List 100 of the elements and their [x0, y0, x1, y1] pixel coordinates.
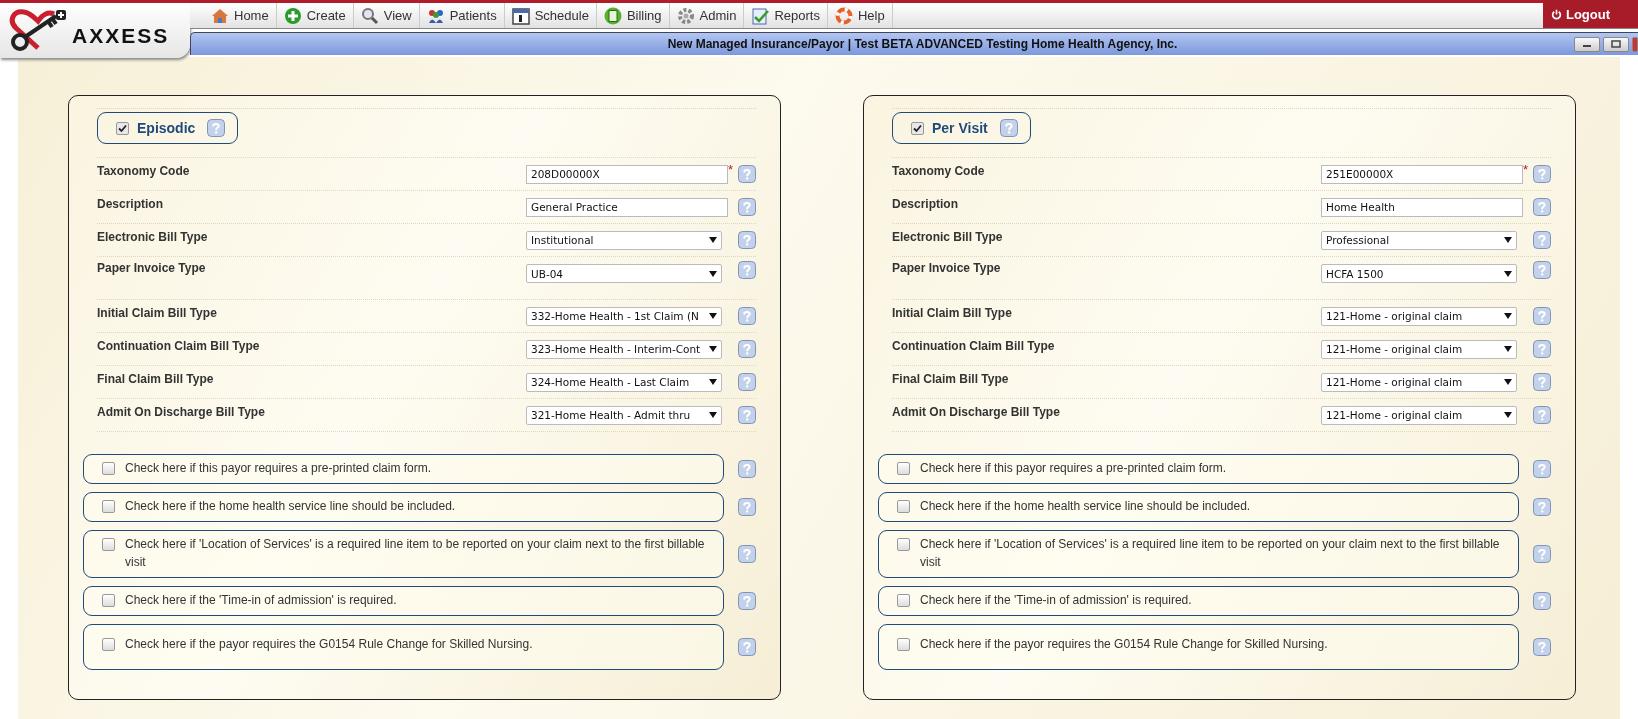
help-icon[interactable]	[738, 638, 756, 656]
caret-icon	[1504, 313, 1512, 319]
dropdown[interactable]: HCFA 1500	[1321, 264, 1517, 283]
dropdown[interactable]: 121-Home - original claim	[1321, 372, 1517, 392]
help-icon[interactable]	[1533, 307, 1551, 325]
field-label: Electronic Bill Type	[892, 230, 1004, 244]
help-icon[interactable]	[738, 545, 756, 563]
option-label: Check here if 'Location of Services' is a required line item to be reported on your claim next to the first billable visit	[920, 536, 1501, 571]
minimize-button[interactable]	[1574, 36, 1600, 52]
nav-item[interactable]: Patients	[419, 3, 505, 28]
field-label: Description	[97, 197, 164, 211]
help-icon[interactable]	[738, 340, 756, 358]
dropdown[interactable]: UB-04	[526, 264, 722, 283]
help-icon[interactable]	[1533, 498, 1551, 516]
checkbox[interactable]	[911, 121, 924, 135]
help-icon[interactable]	[738, 406, 756, 424]
help-icon[interactable]	[1533, 545, 1551, 563]
help-icon[interactable]	[999, 119, 1018, 137]
help-icon[interactable]	[1533, 165, 1551, 183]
checkbox[interactable]	[897, 594, 910, 607]
help-icon[interactable]	[738, 498, 756, 516]
help-icon[interactable]	[738, 460, 756, 478]
field-label: Final Claim Bill Type	[97, 372, 215, 386]
help-icon[interactable]	[1533, 638, 1551, 656]
nav-item[interactable]: Create	[276, 3, 354, 28]
section-title: Episodic	[137, 120, 196, 136]
checkbox[interactable]	[102, 500, 115, 513]
dropdown[interactable]: 121-Home - original claim	[1321, 306, 1517, 326]
dropdown[interactable]: 323-Home Health - Interim-Cont	[526, 339, 722, 359]
caret-icon	[709, 412, 717, 418]
help-icon[interactable]	[207, 119, 226, 137]
caret-icon	[1504, 346, 1512, 352]
help-icon[interactable]	[738, 165, 756, 183]
power-icon	[1550, 8, 1562, 20]
checkbox[interactable]	[102, 638, 115, 651]
text-field[interactable]: 251E00000X	[1321, 164, 1523, 184]
help-icon[interactable]	[1533, 592, 1551, 610]
calendar-icon	[511, 6, 530, 25]
field-label: Continuation Claim Bill Type	[97, 339, 261, 353]
help-icon[interactable]	[1533, 373, 1551, 391]
help-icon[interactable]	[738, 373, 756, 391]
magnifier-icon	[360, 6, 379, 25]
dropdown[interactable]: 121-Home - original claim	[1321, 405, 1517, 425]
help-icon[interactable]	[1533, 198, 1551, 216]
help-icon[interactable]	[738, 231, 756, 249]
help-icon[interactable]	[1533, 460, 1551, 478]
caret-icon	[709, 313, 717, 319]
close-button[interactable]	[1632, 36, 1638, 52]
help-icon[interactable]	[1533, 340, 1551, 358]
logout-button[interactable]: Logout	[1542, 0, 1638, 28]
dropdown[interactable]: 332-Home Health - 1st Claim (N	[526, 306, 722, 326]
section-toggle[interactable]: Episodic	[97, 112, 239, 144]
nav-item[interactable]: Help	[827, 3, 893, 28]
dropdown[interactable]: Professional	[1321, 230, 1517, 250]
help-icon[interactable]	[738, 307, 756, 325]
nav-item[interactable]: Schedule	[504, 3, 597, 28]
help-icon[interactable]	[1533, 231, 1551, 249]
help-icon[interactable]	[738, 198, 756, 216]
caret-icon	[1504, 237, 1512, 243]
checkbox[interactable]	[116, 121, 129, 135]
maximize-icon	[1611, 40, 1621, 48]
option-label: Check here if this payor requires a pre-printed claim form.	[920, 460, 1227, 477]
help-icon[interactable]	[1533, 261, 1551, 279]
nav-item[interactable]: View	[353, 3, 420, 28]
field-label: Paper Invoice Type	[97, 261, 207, 275]
maximize-button[interactable]	[1603, 36, 1629, 52]
dropdown[interactable]: 121-Home - original claim	[1321, 339, 1517, 359]
dropdown[interactable]: 324-Home Health - Last Claim	[526, 372, 722, 392]
text-field[interactable]: General Practice	[526, 197, 728, 217]
dropdown[interactable]: Institutional	[526, 230, 722, 250]
option-label: Check here if the payor requires the G0154 Rule Change for Skilled Nursing.	[125, 636, 533, 653]
dropdown[interactable]: 321-Home Health - Admit thru	[526, 405, 722, 425]
help-icon[interactable]	[738, 261, 756, 279]
field-label: Admit On Discharge Bill Type	[892, 405, 1061, 419]
section-toggle[interactable]: Per Visit	[892, 112, 1031, 144]
help-icon[interactable]	[738, 592, 756, 610]
calculator-icon	[603, 6, 622, 25]
checkbox[interactable]	[897, 500, 910, 513]
field-label: Initial Claim Bill Type	[97, 306, 218, 320]
checkbox[interactable]	[897, 462, 910, 475]
checkbox[interactable]	[102, 594, 115, 607]
nav-item[interactable]: Reports	[744, 3, 828, 28]
field-label: Paper Invoice Type	[892, 261, 1002, 275]
checkbox[interactable]	[897, 538, 910, 551]
nav-item[interactable]: Home	[204, 3, 277, 28]
caret-icon	[1504, 412, 1512, 418]
nav-item[interactable]: Admin	[669, 3, 745, 28]
field-label: Initial Claim Bill Type	[892, 306, 1013, 320]
clipboard-check-icon	[751, 6, 770, 25]
text-field[interactable]: Home Health	[1321, 197, 1523, 217]
caret-icon	[1504, 379, 1512, 385]
nav-item[interactable]: Billing	[596, 3, 670, 28]
checkbox[interactable]	[102, 462, 115, 475]
option-label: Check here if the payor requires the G0154 Rule Change for Skilled Nursing.	[920, 636, 1328, 653]
option-label: Check here if the 'Time-in of admission' is required.	[125, 592, 397, 609]
text-field[interactable]: 208D00000X	[526, 164, 728, 184]
checkbox[interactable]	[102, 538, 115, 551]
field-label: Final Claim Bill Type	[892, 372, 1010, 386]
help-icon[interactable]	[1533, 406, 1551, 424]
checkbox[interactable]	[897, 638, 910, 651]
